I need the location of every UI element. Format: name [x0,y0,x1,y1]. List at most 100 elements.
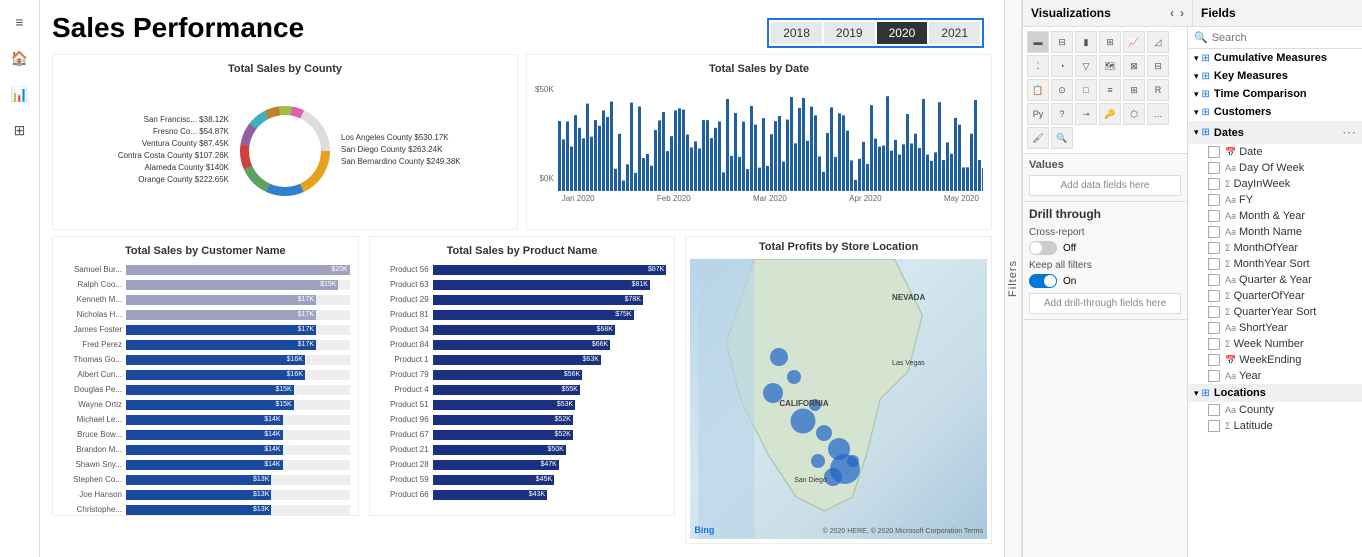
viz-icon-line[interactable]: 📈 [1123,31,1145,53]
field-item-fy[interactable]: Aa FY [1188,192,1362,208]
map-dot [811,454,825,468]
viz-icon-decomp[interactable]: ⊸ [1075,103,1097,125]
viz-icon-col[interactable]: ▮ [1075,31,1097,53]
field-item-quarteryear-sort[interactable]: Σ QuarterYear Sort [1188,304,1362,320]
field-checkbox[interactable] [1208,210,1220,222]
viz-icon-map[interactable]: 🗺 [1099,55,1121,77]
viz-icon-analytics[interactable]: 🔍 [1051,127,1073,149]
field-checkbox[interactable] [1208,178,1220,190]
donut-label-0: San Francisc... $38.12K [61,115,229,124]
viz-icon-format[interactable]: 🖌 [1027,127,1049,149]
field-item-monthofyear[interactable]: Σ MonthOfYear [1188,240,1362,256]
add-drill-through-fields[interactable]: Add drill-through fields here [1029,293,1181,314]
field-checkbox[interactable] [1208,146,1220,158]
field-group-cumulative[interactable]: ▾ ⊞ Cumulative Measures [1188,49,1362,67]
field-checkbox[interactable] [1208,370,1220,382]
viz-icon-col2[interactable]: ⊞ [1099,31,1121,53]
year-btn-2020[interactable]: 2020 [877,22,928,44]
viz-icon-more[interactable]: … [1147,103,1169,125]
field-checkbox[interactable] [1208,420,1220,432]
field-checkbox[interactable] [1208,194,1220,206]
product-bar-row: Product 81 $75K [378,308,667,321]
map-dot [791,409,816,434]
field-checkbox[interactable] [1208,258,1220,270]
donut-label-1: Fresno Co... $54.87K [61,127,229,136]
viz-icon-tree[interactable]: ⊠ [1123,55,1145,77]
product-bar-fill: $75K [433,310,634,320]
field-item-month-&-year[interactable]: Aa Month & Year [1188,208,1362,224]
field-group-customers[interactable]: ▾ ⊞ Customers [1188,103,1362,121]
viz-icon-area[interactable]: ◿ [1147,31,1169,53]
field-item-week-number[interactable]: Σ Week Number [1188,336,1362,352]
year-btn-2018[interactable]: 2018 [771,22,822,44]
field-checkbox[interactable] [1208,354,1220,366]
field-item-shortyear[interactable]: Aa ShortYear [1188,320,1362,336]
viz-icon-pie[interactable]: ◔ [1051,55,1073,77]
field-item-label: Quarter & Year [1239,274,1312,286]
viz-icon-qa[interactable]: ? [1051,103,1073,125]
viz-icon-gauge[interactable]: ⊙ [1051,79,1073,101]
field-item-month-name[interactable]: Aa Month Name [1188,224,1362,240]
field-checkbox[interactable] [1208,306,1220,318]
field-group-time-comparison[interactable]: ▾ ⊞ Time Comparison [1188,85,1362,103]
viz-icon-scatter[interactable]: ⁚ [1027,55,1049,77]
field-item-year[interactable]: Aa Year [1188,368,1362,384]
sidebar-nav-icon-3[interactable]: 📊 [6,80,34,108]
viz-icon-card[interactable]: □ [1075,79,1097,101]
viz-icon-key[interactable]: 🔑 [1099,103,1121,125]
product-bar-label: Product 67 [378,430,433,439]
viz-icon-funnel[interactable]: ▽ [1075,55,1097,77]
customer-bar-fill: $14K [126,430,283,440]
viz-icon-slicer[interactable]: ≡ [1099,79,1121,101]
field-item-latitude[interactable]: Σ Latitude [1188,418,1362,434]
field-item-dayinweek[interactable]: Σ DayInWeek [1188,176,1362,192]
field-item-quarterofyear[interactable]: Σ QuarterOfYear [1188,288,1362,304]
customer-bar-label: Thomas Go... [61,355,126,364]
field-checkbox[interactable] [1208,290,1220,302]
field-group-locations[interactable]: ▾ ⊞ Locations [1188,384,1362,402]
field-text-icon: Aa [1225,371,1236,381]
viz-arrow-left[interactable]: ‹ [1170,6,1174,20]
field-group-key-measures[interactable]: ▾ ⊞ Key Measures [1188,67,1362,85]
field-item-label: Week Number [1234,338,1304,350]
dates-items-container: 📅 Date Aa Day Of Week Σ DayInWeek Aa FY … [1188,144,1362,384]
viz-icon-table[interactable]: ⊞ [1123,79,1145,101]
field-checkbox[interactable] [1208,226,1220,238]
sidebar-nav-icon-1[interactable]: ≡ [6,8,34,36]
field-checkbox[interactable] [1208,338,1220,350]
donut-label-2: Ventura County $87.45K [61,139,229,148]
product-bar-track: $66K [433,340,667,350]
field-checkbox[interactable] [1208,242,1220,254]
product-bar-fill: $53K [433,400,576,410]
sidebar-nav-icon-2[interactable]: 🏠 [6,44,34,72]
field-checkbox[interactable] [1208,274,1220,286]
cross-report-toggle[interactable] [1029,241,1057,255]
field-item-county[interactable]: Aa County [1188,402,1362,418]
viz-icon-bar2[interactable]: ⊟ [1051,31,1073,53]
field-item-quarter-&-year[interactable]: Aa Quarter & Year [1188,272,1362,288]
field-item-monthyear-sort[interactable]: Σ MonthYear Sort [1188,256,1362,272]
field-item-day-of-week[interactable]: Aa Day Of Week [1188,160,1362,176]
add-data-fields[interactable]: Add data fields here [1029,175,1181,196]
year-btn-2021[interactable]: 2021 [929,22,980,44]
viz-arrow-right[interactable]: › [1180,6,1184,20]
field-checkbox[interactable] [1208,404,1220,416]
field-group-dates[interactable]: ▾ ⊞ Dates ⋯ [1188,121,1362,144]
sidebar-nav-icon-4[interactable]: ⊞ [6,116,34,144]
product-bar-label: Product 59 [378,475,433,484]
year-btn-2019[interactable]: 2019 [824,22,875,44]
viz-icon-bar[interactable]: ▬ [1027,31,1049,53]
viz-icon-kpi[interactable]: 📋 [1027,79,1049,101]
viz-icon-shape[interactable]: ⬡ [1123,103,1145,125]
viz-icon-custom[interactable]: R [1147,79,1169,101]
field-item-date[interactable]: 📅 Date [1188,144,1362,160]
product-bar-row: Product 66 $43K [378,488,667,501]
viz-icon-matrix[interactable]: ⊟ [1147,55,1169,77]
viz-icon-py[interactable]: Py [1027,103,1049,125]
field-checkbox[interactable] [1208,322,1220,334]
keep-filters-toggle[interactable] [1029,274,1057,288]
field-item-weekending[interactable]: 📅 WeekEnding [1188,352,1362,368]
field-checkbox[interactable] [1208,162,1220,174]
fields-search-input[interactable] [1212,32,1356,44]
dates-options-icon[interactable]: ⋯ [1342,124,1356,141]
